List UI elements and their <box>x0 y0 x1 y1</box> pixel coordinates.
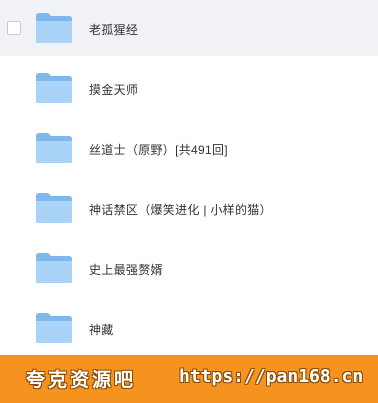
folder-icon <box>35 12 73 44</box>
folder-icon <box>35 192 73 224</box>
list-item[interactable]: 摸金天师 <box>0 60 378 116</box>
folder-icon <box>35 252 73 284</box>
file-name[interactable]: 神话禁区（爆笑进化 | 小样的猫） <box>89 201 272 218</box>
folder-icon <box>35 72 73 104</box>
list-item[interactable]: 老孤猩经 <box>0 0 378 56</box>
list-item[interactable]: 丝道士（原野）[共491回] <box>0 120 378 176</box>
row-checkbox[interactable] <box>7 21 21 35</box>
file-name[interactable]: 老孤猩经 <box>89 21 138 38</box>
file-name[interactable]: 丝道士（原野）[共491回] <box>89 141 228 158</box>
watermark-banner: 夸克资源吧 https://pan168.cn <box>0 355 378 403</box>
list-item[interactable]: 史上最强赘婿 <box>0 240 378 296</box>
file-list: 老孤猩经 摸金天师 丝道士（原野）[共491回] 神话禁区（爆笑进化 | 小样的… <box>0 0 378 355</box>
file-name[interactable]: 史上最强赘婿 <box>89 261 163 278</box>
watermark-url: https://pan168.cn <box>179 366 364 387</box>
file-name[interactable]: 摸金天师 <box>89 81 138 98</box>
folder-icon <box>35 312 73 344</box>
file-browser: 老孤猩经 摸金天师 丝道士（原野）[共491回] 神话禁区（爆笑进化 | 小样的… <box>0 0 378 403</box>
watermark-site-name: 夸克资源吧 <box>26 369 137 391</box>
file-name[interactable]: 神藏 <box>89 321 114 338</box>
folder-icon <box>35 132 73 164</box>
list-item[interactable]: 神话禁区（爆笑进化 | 小样的猫） <box>0 180 378 236</box>
list-item[interactable]: 神藏 <box>0 300 378 356</box>
